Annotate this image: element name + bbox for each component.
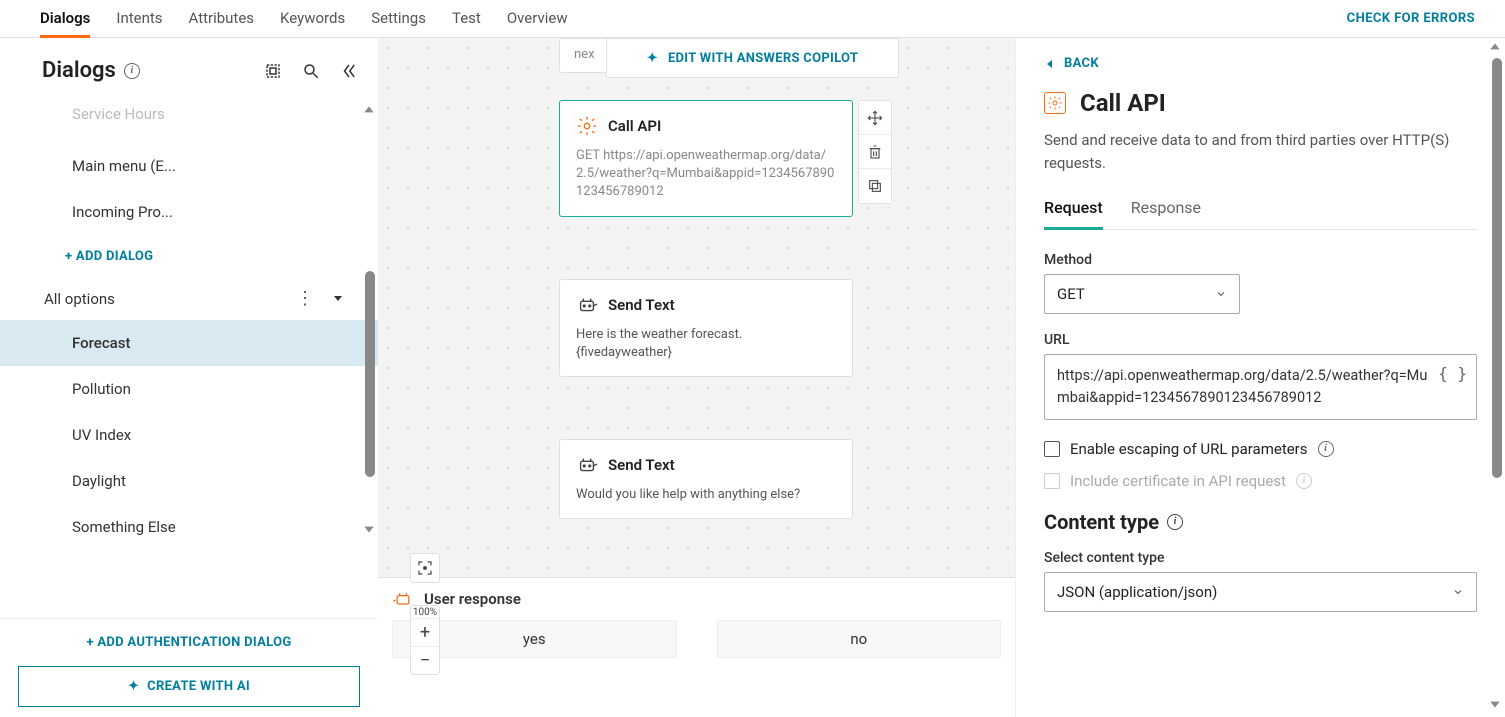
content-type-title: Content type i	[1044, 510, 1477, 534]
scroll-down-icon[interactable]	[1488, 697, 1502, 715]
escape-url-label: Enable escaping of URL parameters	[1070, 440, 1308, 458]
sidebar-item-uv-index[interactable]: UV Index	[0, 412, 378, 458]
copy-button[interactable]	[859, 169, 891, 203]
tab-test[interactable]: Test	[452, 1, 481, 37]
rpanel-description: Send and receive data to and from third …	[1044, 129, 1477, 174]
canvas[interactable]: nex ✦ EDIT WITH ANSWERS COPILOT Call API…	[378, 38, 1015, 717]
sidebar-item-incoming[interactable]: Incoming Pro...	[0, 189, 378, 235]
create-with-ai-label: CREATE WITH AI	[147, 679, 250, 694]
node-title: Send Text	[608, 456, 675, 474]
tab-response[interactable]: Response	[1131, 198, 1201, 229]
node-toolbar	[858, 100, 892, 204]
chevron-down-icon	[1452, 586, 1464, 598]
zoom-controls: 100% + −	[410, 605, 440, 675]
create-with-ai-button[interactable]: ✦ CREATE WITH AI	[18, 666, 360, 707]
info-icon[interactable]: i	[124, 63, 140, 79]
right-panel: BACK Call API Send and receive data to a…	[1015, 38, 1505, 717]
content-type-label: Select content type	[1044, 550, 1477, 566]
sidebar-scrollbar[interactable]	[365, 271, 375, 477]
scroll-up-icon[interactable]	[1488, 40, 1502, 58]
node-title: Send Text	[608, 296, 675, 314]
chevron-down-icon[interactable]	[332, 290, 344, 308]
sparkle-icon: ✦	[128, 679, 139, 694]
tab-request[interactable]: Request	[1044, 198, 1103, 230]
scroll-down-icon[interactable]	[362, 522, 376, 540]
sidebar-list: Service Hours Main menu (E... Incoming P…	[0, 103, 378, 618]
method-label: Method	[1044, 252, 1477, 268]
back-button[interactable]: BACK	[1044, 56, 1477, 71]
rpanel-title: Call API	[1080, 89, 1166, 117]
method-select[interactable]: GET	[1044, 274, 1240, 314]
node-send-text-2[interactable]: Send Text Would you like help with anyth…	[559, 439, 853, 519]
info-icon[interactable]: i	[1167, 514, 1183, 530]
sidebar-item-main-menu[interactable]: Main menu (E...	[0, 143, 378, 189]
insert-variable-button[interactable]: { }	[1438, 364, 1467, 383]
sidebar-item-daylight[interactable]: Daylight	[0, 458, 378, 504]
sparkle-icon: ✦	[647, 51, 658, 66]
sidebar-item-something-else[interactable]: Something Else	[0, 504, 378, 550]
sidebar-item-truncated[interactable]: Service Hours	[0, 103, 378, 143]
move-button[interactable]	[859, 101, 891, 135]
url-input[interactable]: https://api.openweathermap.org/data/2.5/…	[1044, 354, 1477, 420]
tab-settings[interactable]: Settings	[371, 1, 426, 37]
user-response-no[interactable]: no	[717, 620, 1002, 658]
copilot-label: EDIT WITH ANSWERS COPILOT	[668, 51, 858, 66]
content-type-select[interactable]: JSON (application/json)	[1044, 572, 1477, 612]
kebab-icon[interactable]: ⋮	[296, 293, 314, 305]
scroll-up-icon[interactable]	[362, 103, 376, 121]
node-body: Here is the weather forecast. {fivedaywe…	[576, 326, 836, 362]
method-value: GET	[1057, 285, 1085, 303]
include-cert-row: Include certificate in API request i	[1044, 472, 1477, 490]
bot-icon	[576, 454, 598, 476]
tab-keywords[interactable]: Keywords	[280, 1, 345, 37]
node-title: Call API	[608, 117, 661, 135]
add-auth-dialog-button[interactable]: + ADD AUTHENTICATION DIALOG	[0, 619, 378, 666]
rpanel-scrollbar[interactable]	[1492, 58, 1502, 478]
info-icon[interactable]: i	[1318, 441, 1334, 457]
collapse-icon[interactable]	[340, 62, 358, 80]
check-errors-button[interactable]: CHECK FOR ERRORS	[1347, 11, 1475, 26]
tab-overview[interactable]: Overview	[507, 1, 568, 37]
zoom-in-button[interactable]: +	[411, 618, 439, 646]
edit-with-copilot-button[interactable]: ✦ EDIT WITH ANSWERS COPILOT	[606, 38, 899, 78]
sidebar-title: Dialogs	[42, 58, 116, 83]
tab-intents[interactable]: Intents	[116, 1, 162, 37]
delete-button[interactable]	[859, 135, 891, 169]
info-icon: i	[1296, 473, 1312, 489]
select-all-icon[interactable]	[264, 62, 282, 80]
search-icon[interactable]	[302, 62, 320, 80]
sidebar-section-all-options[interactable]: All options ⋮	[0, 278, 378, 320]
add-dialog-button[interactable]: + ADD DIALOG	[0, 235, 378, 278]
user-response-panel: User response yes no	[378, 577, 1015, 717]
escape-url-row: Enable escaping of URL parameters i	[1044, 440, 1477, 458]
bot-icon	[576, 294, 598, 316]
rpanel-tabs: Request Response	[1044, 198, 1477, 230]
sidebar-item-pollution[interactable]: Pollution	[0, 366, 378, 412]
url-label: URL	[1044, 332, 1477, 348]
include-cert-checkbox	[1044, 473, 1060, 489]
node-call-api[interactable]: Call API GET https://api.openweathermap.…	[559, 100, 853, 217]
back-label: BACK	[1064, 56, 1099, 71]
sidebar-section-label: All options	[44, 290, 296, 308]
gear-icon	[576, 115, 598, 137]
sidebar: Dialogs i Service Hours Main menu (E... …	[0, 38, 378, 717]
tab-attributes[interactable]: Attributes	[189, 1, 255, 37]
include-cert-label: Include certificate in API request	[1070, 472, 1286, 490]
escape-url-checkbox[interactable]	[1044, 441, 1060, 457]
zoom-fit-button[interactable]	[410, 553, 440, 583]
content-type-value: JSON (application/json)	[1057, 583, 1217, 601]
node-send-text-1[interactable]: Send Text Here is the weather forecast. …	[559, 279, 853, 377]
topnav-tabs: Dialogs Intents Attributes Keywords Sett…	[40, 1, 568, 37]
gear-icon	[1044, 92, 1066, 114]
chevron-down-icon	[1215, 288, 1227, 300]
node-body: GET https://api.openweathermap.org/data/…	[576, 147, 836, 202]
zoom-out-button[interactable]: −	[411, 646, 439, 674]
top-nav: Dialogs Intents Attributes Keywords Sett…	[0, 0, 1505, 38]
zoom-percent: 100%	[413, 607, 437, 618]
tab-dialogs[interactable]: Dialogs	[40, 1, 90, 38]
sidebar-item-forecast[interactable]: Forecast	[0, 320, 378, 366]
node-body: Would you like help with anything else?	[576, 486, 836, 504]
